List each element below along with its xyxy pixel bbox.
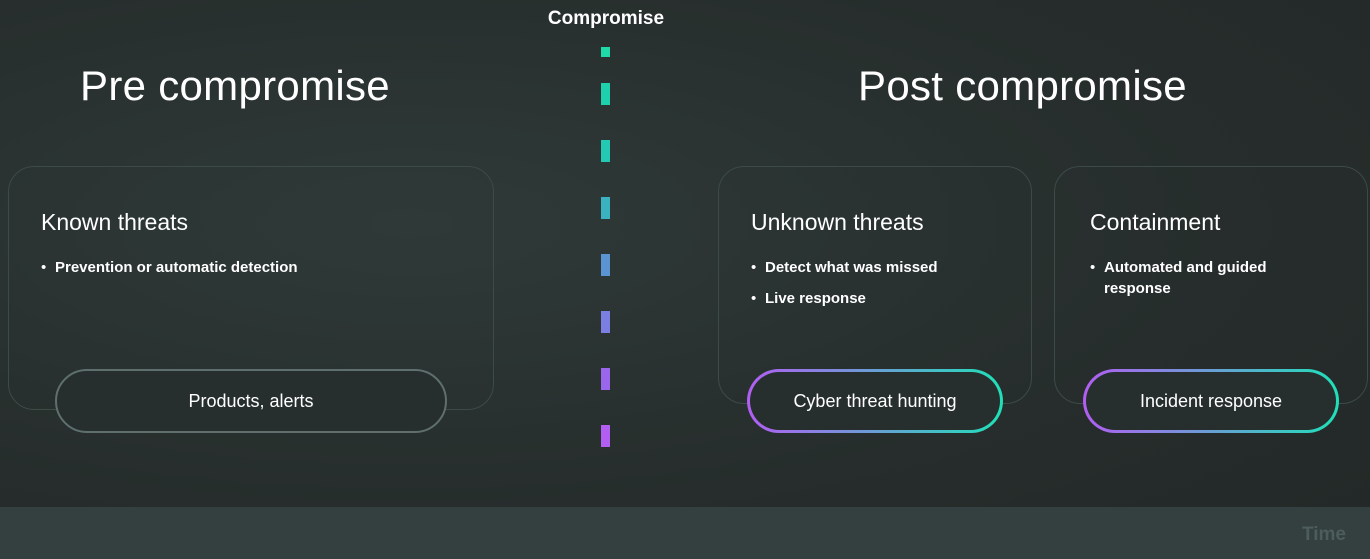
divider-dash (601, 140, 610, 162)
time-axis-label: Time (1301, 524, 1346, 545)
bullet-list: Detect what was missed Live response (751, 257, 1011, 319)
bullet-list: Automated and guided response (1090, 257, 1295, 309)
card-title: Known threats (41, 209, 189, 235)
card-title: Containment (1090, 209, 1221, 235)
card-title: Unknown threats (751, 209, 924, 235)
incident-response-pill[interactable]: Incident response (1083, 369, 1339, 433)
divider-dash (601, 311, 610, 333)
divider-dash (601, 197, 610, 219)
divider-dash (601, 425, 610, 447)
bullet-item: Live response (751, 288, 1011, 309)
divider-dash (601, 83, 610, 105)
bullet-item: Detect what was missed (751, 257, 1011, 278)
post-compromise-heading: Post compromise (858, 62, 1187, 109)
timeline-bar (0, 507, 1370, 559)
cyber-threat-hunting-pill[interactable]: Cyber threat hunting (747, 369, 1003, 433)
compromise-divider (601, 47, 610, 471)
divider-dash (601, 47, 610, 57)
pre-compromise-heading: Pre compromise (80, 62, 390, 109)
bullet-item: Automated and guided response (1090, 257, 1295, 299)
bullet-item: Prevention or automatic detection (41, 257, 481, 278)
divider-dash (601, 254, 610, 276)
compromise-label: Compromise (547, 8, 665, 29)
bullet-list: Prevention or automatic detection (41, 257, 481, 288)
products-alerts-pill[interactable]: Products, alerts (55, 369, 447, 433)
divider-dash (601, 368, 610, 390)
